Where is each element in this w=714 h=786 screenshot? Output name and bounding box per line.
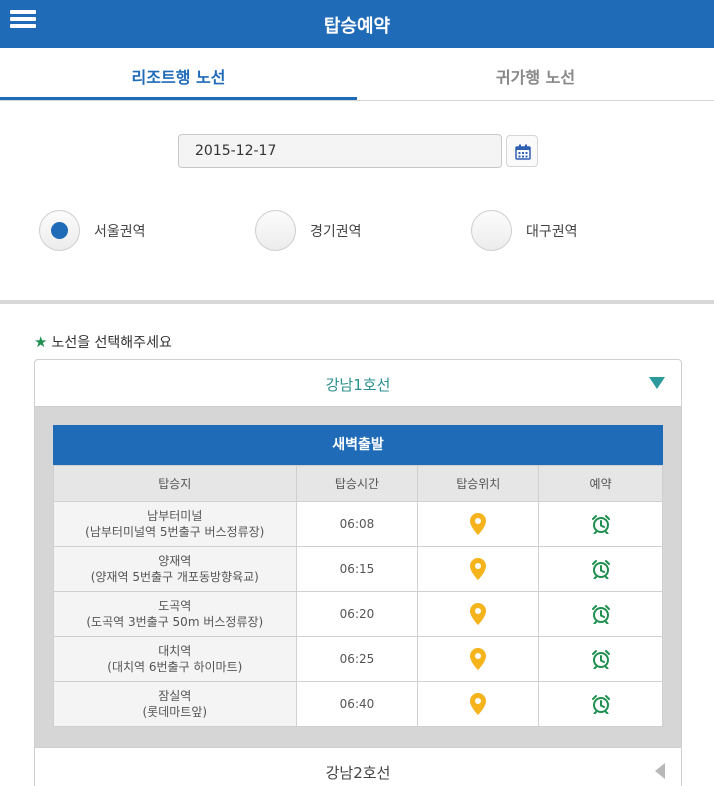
- time-cell: 06:08: [295, 501, 419, 547]
- stop-name: 잠실역: [158, 689, 192, 703]
- stop-cell: 남부터미널 (남부터미널역 5번출구 버스정류장): [53, 501, 297, 547]
- route-hint-text: 노선을 선택해주세요: [51, 335, 172, 351]
- time-cell: 06:40: [295, 681, 419, 727]
- radio-checked-icon[interactable]: [39, 210, 80, 251]
- table-row: 양재역 (양재역 5번출구 개포동방향육교) 06:15: [53, 546, 663, 592]
- table-row: 대치역 (대치역 6번출구 하이마트) 06:25: [53, 636, 663, 682]
- route-hint: ★ 노선을 선택해주세요: [34, 332, 172, 352]
- location-button[interactable]: [417, 546, 540, 592]
- date-picker: 2015-12-17: [178, 134, 538, 168]
- location-button[interactable]: [417, 636, 540, 682]
- schedule-title: 새벽출발: [53, 425, 663, 465]
- stop-detail: (대치역 6번출구 하이마트): [107, 660, 243, 674]
- alarm-clock-icon: [591, 605, 610, 624]
- page-title: 탑승예약: [323, 16, 391, 37]
- calendar-button[interactable]: [506, 135, 538, 167]
- reserve-button[interactable]: [538, 636, 663, 682]
- stop-name: 도곡역: [158, 599, 192, 613]
- route-detail-panel: 새벽출발 탑승지 탑승시간 탑승위치 예약 남부터미널 (남부터미널역 5번출구 …: [34, 407, 682, 747]
- alarm-clock-icon: [591, 650, 610, 669]
- tab-return-route[interactable]: 귀가행 노선: [357, 48, 714, 100]
- reserve-button[interactable]: [538, 591, 663, 637]
- stop-cell: 도곡역 (도곡역 3번출구 50m 버스정류장): [53, 591, 297, 637]
- region-radio-seoul[interactable]: 서울권역: [39, 210, 146, 251]
- column-header-stop: 탑승지: [53, 465, 297, 502]
- alarm-clock-icon: [591, 515, 610, 534]
- column-header-reserve: 예약: [538, 465, 663, 502]
- route-name: 강남1호선: [325, 376, 391, 394]
- location-button[interactable]: [417, 501, 540, 547]
- stop-detail: (양재역 5번출구 개포동방향육교): [90, 570, 259, 584]
- stop-name: 대치역: [158, 644, 192, 658]
- time-cell: 06:20: [295, 591, 419, 637]
- stop-detail: (롯데마트앞): [142, 705, 208, 719]
- time-cell: 06:25: [295, 636, 419, 682]
- reserve-button[interactable]: [538, 501, 663, 547]
- map-pin-icon: [470, 648, 487, 670]
- region-radio-group: 서울권역 경기권역 대구권역: [39, 210, 679, 252]
- stop-cell: 양재역 (양재역 5번출구 개포동방향육교): [53, 546, 297, 592]
- table-row: 잠실역 (롯데마트앞) 06:40: [53, 681, 663, 727]
- tab-resort-route[interactable]: 리조트행 노선: [0, 48, 357, 100]
- caret-down-icon: [649, 377, 665, 389]
- stop-cell: 잠실역 (롯데마트앞): [53, 681, 297, 727]
- route-direction-tabs: 리조트행 노선 귀가행 노선: [0, 48, 714, 101]
- column-header-location: 탑승위치: [417, 465, 540, 502]
- region-radio-daegu[interactable]: 대구권역: [471, 210, 578, 251]
- schedule-table: 탑승지 탑승시간 탑승위치 예약 남부터미널 (남부터미널역 5번출구 버스정류장…: [53, 465, 663, 727]
- stop-name: 남부터미널: [147, 509, 203, 523]
- radio-unchecked-icon[interactable]: [255, 210, 296, 251]
- time-cell: 06:15: [295, 546, 419, 592]
- map-pin-icon: [470, 693, 487, 715]
- reserve-button[interactable]: [538, 681, 663, 727]
- reserve-button[interactable]: [538, 546, 663, 592]
- column-header-time: 탑승시간: [295, 465, 419, 502]
- region-radio-gyeonggi[interactable]: 경기권역: [255, 210, 362, 251]
- stop-name: 양재역: [158, 554, 192, 568]
- table-header-row: 탑승지 탑승시간 탑승위치 예약: [53, 465, 663, 502]
- star-icon: ★: [34, 333, 48, 351]
- region-label: 경기권역: [310, 223, 362, 240]
- region-label: 대구권역: [526, 223, 578, 240]
- radio-unchecked-icon[interactable]: [471, 210, 512, 251]
- caret-left-icon: [655, 763, 665, 779]
- stop-detail: (남부터미널역 5번출구 버스정류장): [85, 525, 265, 539]
- map-pin-icon: [470, 558, 487, 580]
- table-row: 남부터미널 (남부터미널역 5번출구 버스정류장) 06:08: [53, 501, 663, 547]
- route-name: 강남2호선: [325, 764, 391, 782]
- table-row: 도곡역 (도곡역 3번출구 50m 버스정류장) 06:20: [53, 591, 663, 637]
- region-label: 서울권역: [94, 223, 146, 240]
- stop-detail: (도곡역 3번출구 50m 버스정류장): [86, 615, 264, 629]
- map-pin-icon: [470, 513, 487, 535]
- date-input[interactable]: 2015-12-17: [178, 134, 502, 168]
- section-divider: [0, 300, 714, 304]
- map-pin-icon: [470, 603, 487, 625]
- alarm-clock-icon: [591, 695, 610, 714]
- location-button[interactable]: [417, 591, 540, 637]
- route-accordion-gangnam1[interactable]: 강남1호선: [34, 359, 682, 407]
- route-accordion-gangnam2[interactable]: 강남2호선: [34, 747, 682, 786]
- alarm-clock-icon: [591, 560, 610, 579]
- calendar-icon: [515, 144, 531, 160]
- location-button[interactable]: [417, 681, 540, 727]
- app-header: 탑승예약: [0, 0, 714, 48]
- stop-cell: 대치역 (대치역 6번출구 하이마트): [53, 636, 297, 682]
